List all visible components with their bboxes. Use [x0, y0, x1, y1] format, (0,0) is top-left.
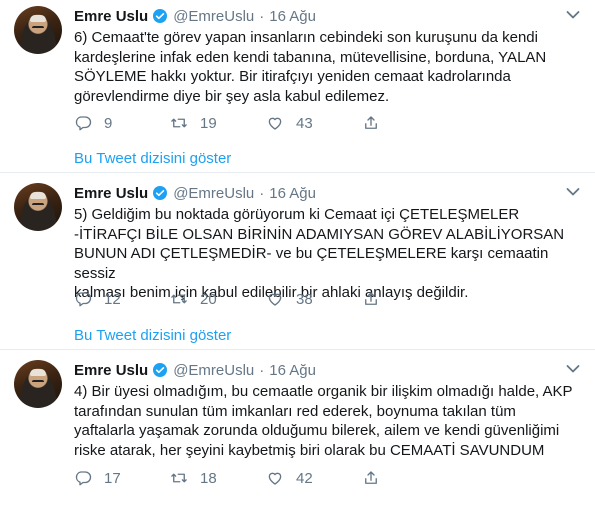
author-handle[interactable]: @EmreUslu [173, 8, 254, 25]
author-name[interactable]: Emre Uslu [74, 185, 148, 202]
tweet-text-line: yaftalarla yaşamak zorunda olduğumu bile… [74, 422, 560, 440]
tweet-text-line: SÖYLEME hakkı yoktur. Bir itirafçıyı yen… [74, 68, 511, 86]
tweet-text: 4) Bir üyesi olmadığım, bu cemaatle orga… [74, 382, 584, 460]
tweet-actions: 17 18 42 [74, 469, 458, 487]
reply-icon [75, 292, 92, 307]
tweet-text-line: BUNUN ADI ÇETLEŞMEDİR- ve bu ÇETELEŞMELE… [74, 245, 549, 282]
like-count: 42 [296, 469, 313, 487]
separator-dot: · [259, 361, 265, 379]
like-count: 43 [296, 114, 313, 132]
avatar[interactable] [14, 183, 62, 231]
author-handle[interactable]: @EmreUslu [173, 362, 254, 379]
like-button[interactable]: 42 [266, 469, 362, 487]
retweet-count: 20 [200, 290, 217, 308]
tweet-date[interactable]: 16 Ağu [269, 185, 316, 202]
reply-count: 9 [104, 114, 113, 132]
retweet-count: 18 [200, 469, 217, 487]
share-icon [365, 292, 377, 305]
like-button[interactable]: 38 [266, 290, 362, 308]
retweet-icon [171, 294, 187, 304]
tweet-text-line: 6) Cemaat'te görev yapan insanların cebi… [74, 29, 538, 46]
share-button[interactable] [362, 290, 458, 308]
tweet-text-line: tarafından sunulan tüm imkanları red ede… [74, 402, 516, 420]
avatar[interactable] [14, 6, 62, 54]
tweet-date[interactable]: 16 Ağu [269, 8, 316, 25]
tweet-header: Emre Uslu @EmreUslu · 16 Ağu [74, 183, 316, 203]
share-icon [365, 471, 377, 484]
avatar[interactable] [14, 360, 62, 408]
tweet-actions: 9 19 43 [74, 114, 458, 132]
retweet-icon [171, 473, 187, 483]
retweet-button[interactable]: 19 [170, 114, 266, 132]
tweet-text: 6) Cemaat'te görev yapan insanların cebi… [74, 28, 584, 106]
tweet-text: 5) Geldiğim bu noktada görüyorum ki Cema… [74, 205, 584, 303]
like-count: 38 [296, 290, 313, 308]
chevron-down-icon[interactable] [566, 187, 580, 197]
separator-dot: · [259, 184, 265, 202]
divider [0, 349, 595, 350]
reply-icon [75, 471, 92, 486]
verified-badge-icon [153, 9, 168, 23]
verified-badge-icon [153, 363, 168, 377]
share-button[interactable] [362, 469, 458, 487]
reply-button[interactable]: 9 [74, 114, 170, 132]
show-thread-link[interactable]: Bu Tweet dizisini göster [74, 150, 231, 167]
author-name[interactable]: Emre Uslu [74, 362, 148, 379]
retweet-icon [171, 118, 187, 128]
tweet-text-line: kardeşlerine infak eden kendi tabanına, … [74, 48, 547, 66]
tweet-date[interactable]: 16 Ağu [269, 362, 316, 379]
tweet-text-line: 5) Geldiğim bu noktada görüyorum ki Cema… [74, 206, 520, 223]
author-name[interactable]: Emre Uslu [74, 8, 148, 25]
like-icon [268, 293, 282, 306]
separator-dot: · [259, 7, 265, 25]
retweet-button[interactable]: 20 [170, 290, 266, 308]
reply-count: 12 [104, 290, 121, 308]
tweet-actions: 12 20 38 [74, 290, 458, 308]
chevron-down-icon[interactable] [566, 10, 580, 20]
divider [0, 172, 595, 173]
tweet-text-line: 4) Bir üyesi olmadığım, bu cemaatle orga… [74, 383, 573, 400]
share-icon [365, 116, 377, 129]
verified-badge-icon [153, 186, 168, 200]
like-icon [268, 117, 282, 130]
like-button[interactable]: 43 [266, 114, 362, 132]
tweet-header: Emre Uslu @EmreUslu · 16 Ağu [74, 360, 316, 380]
like-icon [268, 472, 282, 485]
chevron-down-icon[interactable] [566, 364, 580, 374]
author-handle[interactable]: @EmreUslu [173, 185, 254, 202]
share-button[interactable] [362, 114, 458, 132]
retweet-button[interactable]: 18 [170, 469, 266, 487]
retweet-count: 19 [200, 114, 217, 132]
show-thread-link[interactable]: Bu Tweet dizisini göster [74, 327, 231, 344]
reply-icon [75, 116, 92, 131]
reply-count: 17 [104, 469, 121, 487]
tweet-text-line: riske atarak, her şeyini kaybetmiş biri … [74, 441, 545, 459]
reply-button[interactable]: 12 [74, 290, 170, 308]
reply-button[interactable]: 17 [74, 469, 170, 487]
tweet-header: Emre Uslu @EmreUslu · 16 Ağu [74, 6, 316, 26]
tweet-text-line: görevlendirme diye bir şey asla kabul ed… [74, 87, 390, 105]
tweet-text-line: -İTİRAFÇI BİLE OLSAN BİRİNİN ADAMIYSAN G… [74, 225, 565, 243]
